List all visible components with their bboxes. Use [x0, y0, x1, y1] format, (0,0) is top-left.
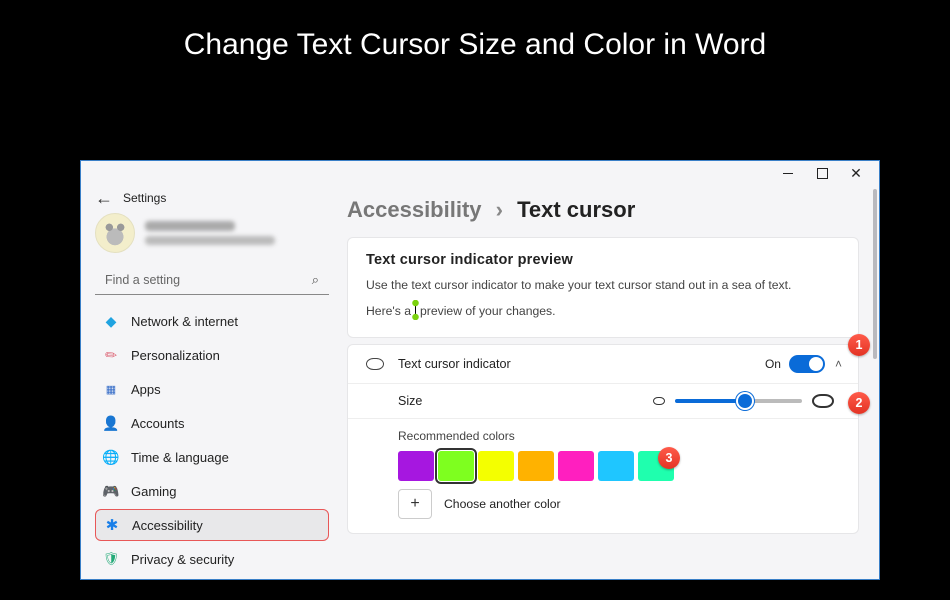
- color-swatch[interactable]: [518, 451, 554, 481]
- preview-card: Text cursor indicator preview Use the te…: [347, 237, 859, 338]
- choose-another-color-button[interactable]: +: [398, 489, 432, 519]
- globe-icon: 🌐: [103, 449, 119, 465]
- nav-list: ◆ Network & internet ✎ Personalization ▦ Apps…: [95, 305, 329, 579]
- settings-header-label: Settings: [123, 191, 166, 205]
- size-slider-thumb[interactable]: [738, 394, 752, 408]
- brush-icon: ✎: [100, 344, 123, 367]
- cursor-indicator-icon: [364, 358, 386, 370]
- person-icon: 👤: [103, 415, 119, 431]
- sidebar-item-label: Accessibility: [132, 518, 203, 533]
- sidebar-item-accounts[interactable]: 👤 Accounts: [95, 407, 329, 439]
- sidebar-item-privacy[interactable]: 🛡 Privacy & security: [95, 543, 329, 575]
- indicator-toggle[interactable]: [789, 355, 825, 373]
- sidebar-item-time[interactable]: 🌐 Time & language: [95, 441, 329, 473]
- sidebar-item-label: Privacy & security: [131, 552, 234, 567]
- sidebar-item-apps[interactable]: ▦ Apps: [95, 373, 329, 405]
- sidebar: ← Settings ⌕ ◆ Network & internet ✎ Persona…: [81, 185, 341, 579]
- callout-3: 3: [658, 447, 680, 469]
- search-icon: ⌕: [312, 272, 319, 288]
- indicator-settings-group: Text cursor indicator On ˄ 1 Size: [347, 344, 859, 534]
- page-title: Change Text Cursor Size and Color in Wor…: [0, 0, 950, 84]
- sidebar-item-accessibility[interactable]: ✱ Accessibility: [95, 509, 329, 541]
- choose-another-color-label: Choose another color: [444, 497, 561, 511]
- size-row: Size 2: [348, 383, 858, 418]
- sidebar-item-update[interactable]: ⟳Windows Update: [95, 577, 329, 579]
- sidebar-item-personalization[interactable]: ✎ Personalization: [95, 339, 329, 371]
- sidebar-item-label: Personalization: [131, 348, 220, 363]
- profile-text: [145, 221, 275, 245]
- color-swatch[interactable]: [478, 451, 514, 481]
- callout-1: 1: [848, 334, 870, 356]
- text-cursor-indicator-preview-icon: [412, 300, 419, 320]
- scrollbar-thumb[interactable]: [873, 189, 877, 359]
- window-minimize-button[interactable]: [771, 161, 805, 185]
- size-large-icon: [812, 394, 834, 408]
- indicator-toggle-row[interactable]: Text cursor indicator On ˄ 1: [348, 345, 858, 383]
- window-maximize-button[interactable]: [805, 161, 839, 185]
- back-arrow-icon[interactable]: ←: [95, 188, 113, 209]
- recommended-colors-title: Recommended colors: [398, 429, 842, 443]
- settings-window: ✕ ← Settings ⌕ ◆ Network & internet ✎ Perso…: [80, 160, 880, 580]
- sidebar-item-label: Network & internet: [131, 314, 238, 329]
- breadcrumb-separator-icon: ›: [488, 197, 511, 222]
- sidebar-item-label: Gaming: [131, 484, 177, 499]
- apps-icon: ▦: [103, 381, 119, 397]
- accessibility-icon: ✱: [104, 517, 120, 533]
- color-swatch[interactable]: [398, 451, 434, 481]
- gamepad-icon: 🎮: [103, 483, 119, 499]
- color-swatch[interactable]: [438, 451, 474, 481]
- sidebar-item-gaming[interactable]: 🎮 Gaming: [95, 475, 329, 507]
- avatar: [95, 213, 135, 253]
- wifi-icon: ◆: [103, 313, 119, 329]
- breadcrumb-parent[interactable]: Accessibility: [347, 197, 482, 222]
- sidebar-item-label: Time & language: [131, 450, 229, 465]
- size-row-label: Size: [364, 394, 444, 408]
- color-swatch[interactable]: [558, 451, 594, 481]
- color-swatch-row: [398, 451, 842, 481]
- sidebar-item-label: Apps: [131, 382, 161, 397]
- size-slider[interactable]: [675, 399, 802, 403]
- indicator-toggle-state-label: On: [765, 357, 781, 371]
- window-close-button[interactable]: ✕: [839, 161, 873, 185]
- window-titlebar: ✕: [81, 161, 879, 185]
- color-swatch[interactable]: [598, 451, 634, 481]
- search-input[interactable]: [95, 265, 329, 295]
- preview-card-title: Text cursor indicator preview: [366, 252, 840, 268]
- profile-block[interactable]: [95, 209, 329, 265]
- breadcrumb-current: Text cursor: [517, 197, 635, 222]
- shield-icon: 🛡: [103, 551, 119, 567]
- callout-2: 2: [848, 392, 870, 414]
- breadcrumb: Accessibility › Text cursor: [347, 191, 859, 237]
- sidebar-item-network[interactable]: ◆ Network & internet: [95, 305, 329, 337]
- scrollbar-track[interactable]: [873, 189, 877, 573]
- sidebar-item-label: Accounts: [131, 416, 184, 431]
- size-small-icon: [653, 397, 665, 405]
- preview-card-description: Use the text cursor indicator to make yo…: [366, 276, 806, 321]
- main-content: Accessibility › Text cursor Text cursor …: [341, 185, 879, 579]
- chevron-up-icon[interactable]: ˄: [835, 357, 842, 371]
- indicator-row-label: Text cursor indicator: [398, 357, 511, 371]
- recommended-colors-block: Recommended colors + Choose another colo…: [348, 418, 858, 533]
